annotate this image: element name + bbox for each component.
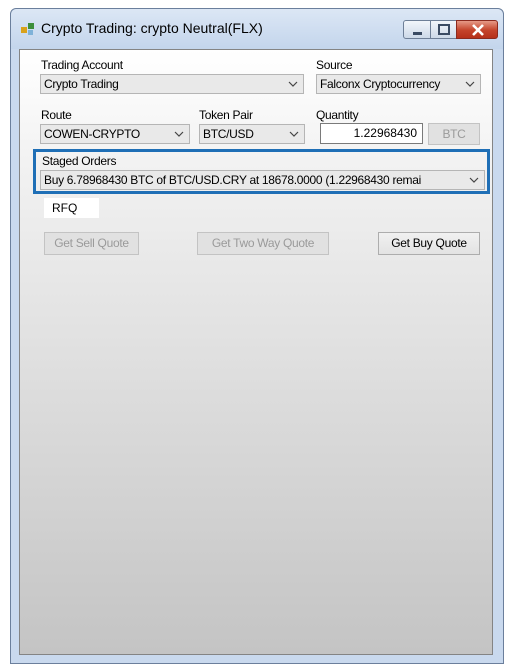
window-title: Crypto Trading: crypto Neutral(FLX)	[41, 20, 263, 36]
close-button[interactable]	[456, 20, 498, 39]
route-dropdown[interactable]: COWEN-CRYPTO	[40, 124, 190, 144]
source-label: Source	[316, 58, 353, 72]
app-icon	[21, 23, 34, 35]
trading-account-label: Trading Account	[41, 58, 123, 72]
source-dropdown[interactable]: Falconx Cryptocurrency	[316, 74, 481, 94]
get-sell-quote-button[interactable]: Get Sell Quote	[44, 232, 139, 255]
token-pair-dropdown[interactable]: BTC/USD	[199, 124, 305, 144]
title-bar[interactable]: Crypto Trading: crypto Neutral(FLX)	[11, 9, 503, 49]
source-value: Falconx Cryptocurrency	[320, 77, 441, 91]
trading-account-dropdown[interactable]: Crypto Trading	[40, 74, 304, 94]
get-buy-quote-button[interactable]: Get Buy Quote	[378, 232, 480, 255]
rfq-tab[interactable]: RFQ	[44, 198, 99, 218]
quantity-label: Quantity	[316, 108, 359, 122]
staged-orders-highlight	[33, 149, 490, 194]
chevron-down-icon	[288, 81, 298, 87]
minimize-button[interactable]	[403, 20, 431, 39]
close-icon	[472, 24, 484, 36]
token-pair-value: BTC/USD	[203, 127, 254, 141]
chevron-down-icon	[289, 131, 299, 137]
quantity-input[interactable]: 1.22968430	[320, 123, 423, 144]
token-pair-label: Token Pair	[199, 108, 253, 122]
trading-account-value: Crypto Trading	[44, 77, 119, 91]
btn-currency-button[interactable]: BTC	[428, 123, 480, 145]
route-value: COWEN-CRYPTO	[44, 127, 140, 141]
route-label: Route	[41, 108, 72, 122]
crypto-trading-window: Crypto Trading: crypto Neutral(FLX) Trad…	[10, 8, 504, 664]
client-area: Trading Account Crypto Trading Source Fa…	[19, 49, 493, 655]
maximize-button[interactable]	[430, 20, 457, 39]
maximize-icon	[438, 24, 450, 35]
chevron-down-icon	[174, 131, 184, 137]
get-two-way-quote-button[interactable]: Get Two Way Quote	[197, 232, 329, 255]
chevron-down-icon	[465, 81, 475, 87]
minimize-icon	[413, 32, 422, 35]
